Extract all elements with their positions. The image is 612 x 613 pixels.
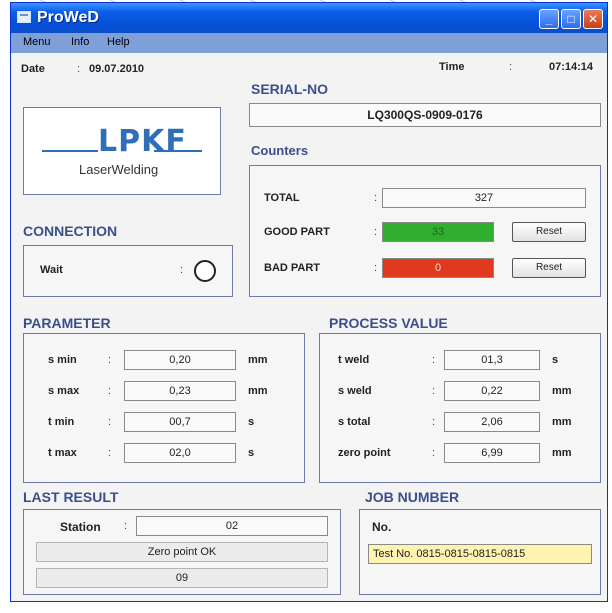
station-value-field: 02 [136,516,328,536]
param-value-field[interactable]: 0,20 [124,350,236,370]
time-colon: : [509,61,513,73]
result-message-field: Zero point OK [36,542,328,562]
total-colon: : [374,192,378,204]
param-value-field[interactable]: 02,0 [124,443,236,463]
param-unit: mm [248,385,268,397]
process-value-field: 2,06 [444,412,540,432]
result-code-field: 09 [36,568,328,588]
total-label: TOTAL [264,192,300,204]
menu-bar: Menu Info Help [11,33,607,53]
logo-line-right [154,150,202,152]
param-unit: mm [248,354,268,366]
menu-item-help[interactable]: Help [107,36,130,48]
param-colon: : [108,385,112,397]
process-unit: s [552,354,559,366]
connection-panel: Wait : [23,245,233,297]
logo-subtitle: LaserWelding [79,162,159,177]
process-colon: : [432,447,436,459]
process-value-panel: t weld : 01,3 s s weld : 0,22 mm s total… [319,333,601,483]
bad-part-label: BAD PART [264,262,321,274]
parameter-heading: PARAMETER [23,315,111,331]
param-label: t min [48,416,75,428]
good-part-count-field: 33 [382,222,494,242]
process-colon: : [432,416,436,428]
process-value-heading: PROCESS VALUE [329,315,448,331]
serial-heading: SERIAL-NO [251,81,328,97]
process-value-field: 01,3 [444,350,540,370]
job-number-heading: JOB NUMBER [365,489,460,505]
date-label: Date [21,63,45,75]
param-colon: : [108,447,112,459]
maximize-button[interactable]: □ [561,9,581,29]
process-label: zero point [338,447,391,459]
connection-colon: : [180,264,184,276]
company-logo: LPKF LaserWelding [23,107,221,195]
process-unit: mm [552,447,572,459]
last-result-heading: LAST RESULT [23,489,119,505]
job-no-label: No. [372,520,392,534]
time-label: Time [439,61,465,73]
app-window: ProWeD _ □ ✕ Menu Info Help Date : 09.07… [10,2,608,602]
logo-line-left [42,150,98,152]
good-colon: : [374,226,378,238]
station-label: Station [60,520,101,534]
param-colon: : [108,416,112,428]
reset-bad-button[interactable]: Reset [512,258,586,278]
bad-part-count-field: 0 [382,258,494,278]
title-bar[interactable]: ProWeD _ □ ✕ [11,3,607,33]
param-value-field[interactable]: 00,7 [124,412,236,432]
process-value-field: 6,99 [444,443,540,463]
job-number-panel: No. Test No. 0815-0815-0815-0815 [359,509,601,595]
app-icon [17,11,31,23]
parameter-panel: s min : 0,20 mm s max : 0,23 mm t min : … [23,333,305,483]
process-unit: mm [552,416,572,428]
total-count-field: 327 [382,188,586,208]
last-result-panel: Station : 02 Zero point OK 09 [23,509,341,595]
menu-item-info[interactable]: Info [71,36,89,48]
process-value-field: 0,22 [444,381,540,401]
process-label: t weld [338,354,370,366]
param-label: s min [48,354,77,366]
connection-indicator-icon [194,260,216,282]
param-unit: s [248,447,255,459]
window-title: ProWeD [37,9,99,26]
date-colon: : [77,63,81,75]
connection-heading: CONNECTION [23,223,118,239]
process-colon: : [432,385,436,397]
main-panel: Date : 09.07.2010 Time : 07:14:14 LPKF L… [11,53,607,601]
param-label: s max [48,385,80,397]
param-colon: : [108,354,112,366]
process-label: s total [338,416,371,428]
menu-item-menu[interactable]: Menu [23,36,51,48]
good-part-label: GOOD PART [264,226,330,238]
date-value: 09.07.2010 [89,63,145,75]
process-unit: mm [552,385,572,397]
connection-status-label: Wait [40,264,63,276]
param-value-field[interactable]: 0,23 [124,381,236,401]
logo-brand: LPKF [98,124,187,159]
counters-panel: TOTAL : 327 GOOD PART : 33 Reset BAD PAR… [249,165,601,297]
minimize-button[interactable]: _ [539,9,559,29]
job-number-field[interactable]: Test No. 0815-0815-0815-0815 [368,544,592,564]
counters-heading: Counters [251,143,309,158]
station-colon: : [124,520,128,532]
reset-good-button[interactable]: Reset [512,222,586,242]
serial-number-field: LQ300QS-0909-0176 [249,103,601,127]
time-value: 07:14:14 [549,61,594,73]
process-label: s weld [338,385,372,397]
close-button[interactable]: ✕ [583,9,603,29]
bad-colon: : [374,262,378,274]
param-label: t max [48,447,77,459]
param-unit: s [248,416,255,428]
process-colon: : [432,354,436,366]
